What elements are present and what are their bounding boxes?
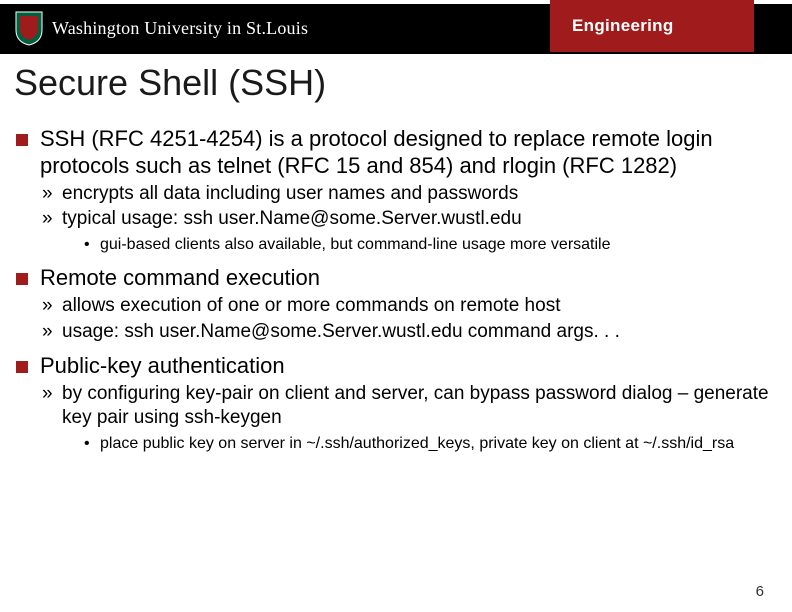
page-number: 6 — [756, 583, 764, 600]
bullet-3-text: Public-key authentication — [14, 353, 774, 380]
engineering-label: Engineering — [572, 16, 674, 36]
bullet-1-sub-2: typical usage: ssh user.Name@some.Server… — [14, 207, 774, 231]
bullet-3: Public-key authentication — [14, 353, 774, 380]
bullet-1-label: SSH (RFC 4251-4254) is a protocol design… — [40, 126, 713, 178]
bullet-2: Remote command execution — [14, 265, 774, 292]
slide-title: Secure Shell (SSH) — [14, 62, 326, 104]
bullet-1-text: SSH (RFC 4251-4254) is a protocol design… — [14, 126, 774, 180]
square-bullet-icon — [16, 273, 28, 285]
square-bullet-icon — [16, 134, 28, 146]
slide: Engineering Washington University in St.… — [0, 0, 792, 612]
square-bullet-icon — [16, 361, 28, 373]
slide-content: SSH (RFC 4251-4254) is a protocol design… — [14, 118, 774, 454]
bullet-3-sub-1a: place public key on server in ~/.ssh/aut… — [14, 434, 774, 454]
bullet-1-sub-2a: gui-based clients also available, but co… — [14, 235, 774, 255]
bullet-2-sub-2: usage: ssh user.Name@some.Server.wustl.e… — [14, 320, 774, 344]
bullet-2-text: Remote command execution — [14, 265, 774, 292]
bullet-1-sub-1: encrypts all data including user names a… — [14, 182, 774, 206]
bullet-2-label: Remote command execution — [40, 265, 320, 290]
bullet-3-sub-1: by configuring key-pair on client and se… — [14, 382, 774, 430]
bullet-3-label: Public-key authentication — [40, 353, 285, 378]
university-logo: Washington University in St.Louis — [14, 6, 308, 50]
engineering-box: Engineering — [550, 0, 754, 52]
shield-icon — [14, 10, 44, 46]
logo-text: Washington University in St.Louis — [52, 18, 308, 39]
bullet-2-sub-1: allows execution of one or more commands… — [14, 294, 774, 318]
bullet-1: SSH (RFC 4251-4254) is a protocol design… — [14, 126, 774, 180]
